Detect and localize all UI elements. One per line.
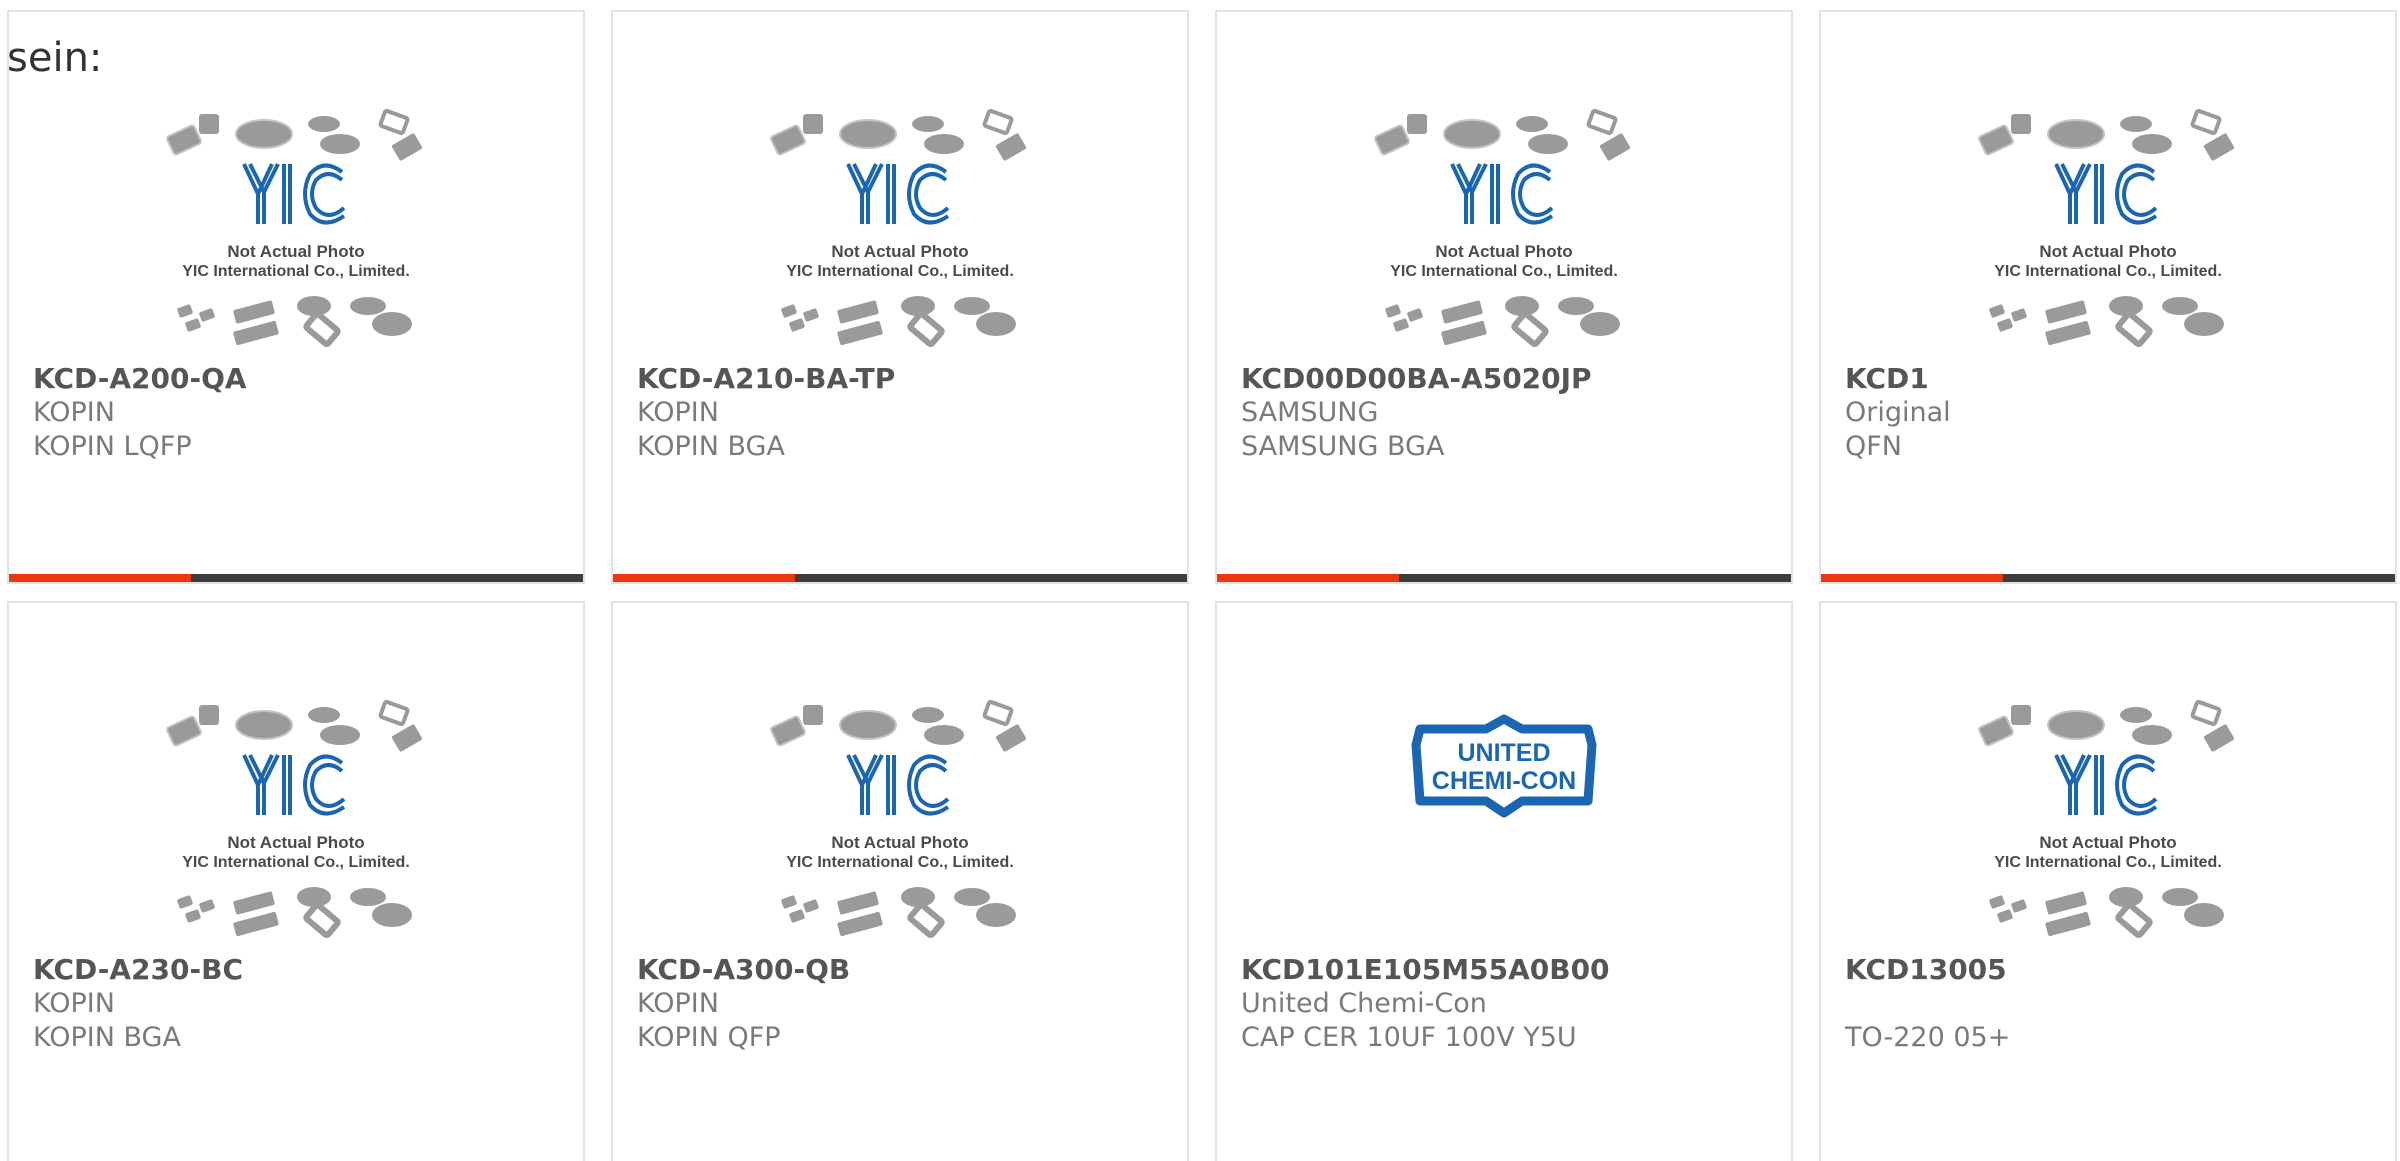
caption-line2: YIC International Co., Limited. bbox=[786, 854, 1014, 871]
caption-line2: YIC International Co., Limited. bbox=[1994, 263, 2222, 280]
card-bottom-bar bbox=[1821, 574, 2395, 582]
description: KOPIN BGA bbox=[33, 1022, 181, 1053]
product-card[interactable]: Not Actual Photo YIC International Co., … bbox=[7, 601, 585, 1161]
card-bar-accent bbox=[1821, 574, 2003, 582]
product-placeholder-image[interactable]: Not Actual Photo YIC International Co., … bbox=[768, 102, 1032, 352]
description: CAP CER 10UF 100V Y5U bbox=[1241, 1022, 1577, 1053]
brand-line1: UNITED bbox=[1457, 739, 1550, 767]
yic-logo bbox=[846, 163, 950, 225]
manufacturer: KOPIN bbox=[637, 988, 719, 1019]
card-bar-accent bbox=[1217, 574, 1399, 582]
product-placeholder-image[interactable]: Not Actual Photo YIC International Co., … bbox=[768, 693, 1032, 943]
intro-text: sein: bbox=[7, 35, 103, 81]
caption-line1: Not Actual Photo bbox=[831, 242, 968, 261]
manufacturer: KOPIN bbox=[637, 397, 719, 428]
product-placeholder-image[interactable]: Not Actual Photo YIC International Co., … bbox=[164, 693, 428, 943]
product-placeholder-image[interactable]: Not Actual Photo YIC International Co., … bbox=[1976, 102, 2240, 352]
card-bottom-bar bbox=[1217, 574, 1791, 582]
card-bottom-bar bbox=[613, 574, 1187, 582]
caption-line2: YIC International Co., Limited. bbox=[182, 854, 410, 871]
product-card[interactable]: UNITED CHEMI-CON KCD101E105M55A0B00 Unite… bbox=[1215, 601, 1793, 1161]
part-number-link[interactable]: KCD-A210-BA-TP bbox=[637, 362, 895, 395]
yic-logo bbox=[2054, 754, 2158, 816]
caption-line2: YIC International Co., Limited. bbox=[182, 263, 410, 280]
chip-cluster-bottom bbox=[177, 887, 412, 939]
caption-line2: YIC International Co., Limited. bbox=[786, 263, 1014, 280]
caption-line2: YIC International Co., Limited. bbox=[1390, 263, 1618, 280]
chip-cluster-bottom bbox=[177, 296, 412, 348]
part-number-link[interactable]: KCD-A200-QA bbox=[33, 362, 247, 395]
manufacturer: Original bbox=[1845, 397, 1951, 428]
product-card[interactable]: Not Actual Photo YIC International Co., … bbox=[611, 10, 1189, 584]
chip-cluster-top bbox=[166, 108, 423, 161]
brand-line2: CHEMI-CON bbox=[1432, 767, 1576, 795]
product-placeholder-image[interactable]: Not Actual Photo YIC International Co., … bbox=[1372, 102, 1636, 352]
chip-cluster-bottom bbox=[1989, 296, 2224, 348]
product-card[interactable]: Not Actual Photo YIC International Co., … bbox=[1215, 10, 1793, 584]
caption-line1: Not Actual Photo bbox=[227, 242, 364, 261]
chip-cluster-bottom bbox=[781, 887, 1016, 939]
product-placeholder-image[interactable]: Not Actual Photo YIC International Co., … bbox=[1976, 693, 2240, 943]
description: KOPIN BGA bbox=[637, 431, 785, 462]
chip-cluster-top bbox=[1978, 699, 2235, 752]
manufacturer: KOPIN bbox=[33, 397, 115, 428]
brand-logo-image[interactable]: UNITED CHEMI-CON bbox=[1372, 693, 1636, 943]
yic-logo bbox=[1450, 163, 1554, 225]
description: TO-220 05+ bbox=[1845, 1022, 2011, 1053]
description: KOPIN QFP bbox=[637, 1022, 781, 1053]
product-card[interactable]: Not Actual Photo YIC International Co., … bbox=[611, 601, 1189, 1161]
product-card[interactable]: Not Actual Photo YIC International Co., … bbox=[1819, 10, 2397, 584]
caption-line1: Not Actual Photo bbox=[1435, 242, 1572, 261]
caption-line1: Not Actual Photo bbox=[831, 833, 968, 852]
product-card[interactable]: Not Actual Photo YIC International Co., … bbox=[7, 10, 585, 584]
manufacturer: SAMSUNG bbox=[1241, 397, 1379, 428]
part-number-link[interactable]: KCD101E105M55A0B00 bbox=[1241, 953, 1610, 986]
chip-cluster-top bbox=[770, 699, 1027, 752]
chip-cluster-bottom bbox=[1989, 887, 2224, 939]
product-card[interactable]: Not Actual Photo YIC International Co., … bbox=[1819, 601, 2397, 1161]
yic-logo bbox=[242, 754, 346, 816]
card-bar-accent bbox=[9, 574, 191, 582]
part-number-link[interactable]: KCD13005 bbox=[1845, 953, 2007, 986]
chip-cluster-top bbox=[770, 108, 1027, 161]
description: SAMSUNG BGA bbox=[1241, 431, 1445, 462]
product-grid: Not Actual Photo YIC International Co., … bbox=[0, 0, 2400, 1161]
yic-logo bbox=[242, 163, 346, 225]
part-number-link[interactable]: KCD1 bbox=[1845, 362, 1929, 395]
chip-cluster-bottom bbox=[1385, 296, 1620, 348]
yic-logo bbox=[2054, 163, 2158, 225]
description: QFN bbox=[1845, 431, 1902, 462]
card-bottom-bar bbox=[9, 574, 583, 582]
part-number-link[interactable]: KCD-A230-BC bbox=[33, 953, 243, 986]
page: sein: Not Actual Photo YIC International… bbox=[0, 0, 2400, 1161]
caption-line1: Not Actual Photo bbox=[2039, 242, 2176, 261]
chip-cluster-top bbox=[1978, 108, 2235, 161]
chip-cluster-top bbox=[166, 699, 423, 752]
united-chemi-con-logo: UNITED CHEMI-CON bbox=[1411, 714, 1597, 818]
chip-cluster-top bbox=[1374, 108, 1631, 161]
yic-logo bbox=[846, 754, 950, 816]
description: KOPIN LQFP bbox=[33, 431, 192, 462]
caption-line1: Not Actual Photo bbox=[227, 833, 364, 852]
caption-line1: Not Actual Photo bbox=[2039, 833, 2176, 852]
part-number-link[interactable]: KCD-A300-QB bbox=[637, 953, 850, 986]
part-number-link[interactable]: KCD00D00BA-A5020JP bbox=[1241, 362, 1592, 395]
manufacturer: United Chemi-Con bbox=[1241, 988, 1487, 1019]
card-bar-accent bbox=[613, 574, 795, 582]
manufacturer: KOPIN bbox=[33, 988, 115, 1019]
caption-line2: YIC International Co., Limited. bbox=[1994, 854, 2222, 871]
chip-cluster-bottom bbox=[781, 296, 1016, 348]
product-placeholder-image[interactable]: Not Actual Photo YIC International Co., … bbox=[164, 102, 428, 352]
